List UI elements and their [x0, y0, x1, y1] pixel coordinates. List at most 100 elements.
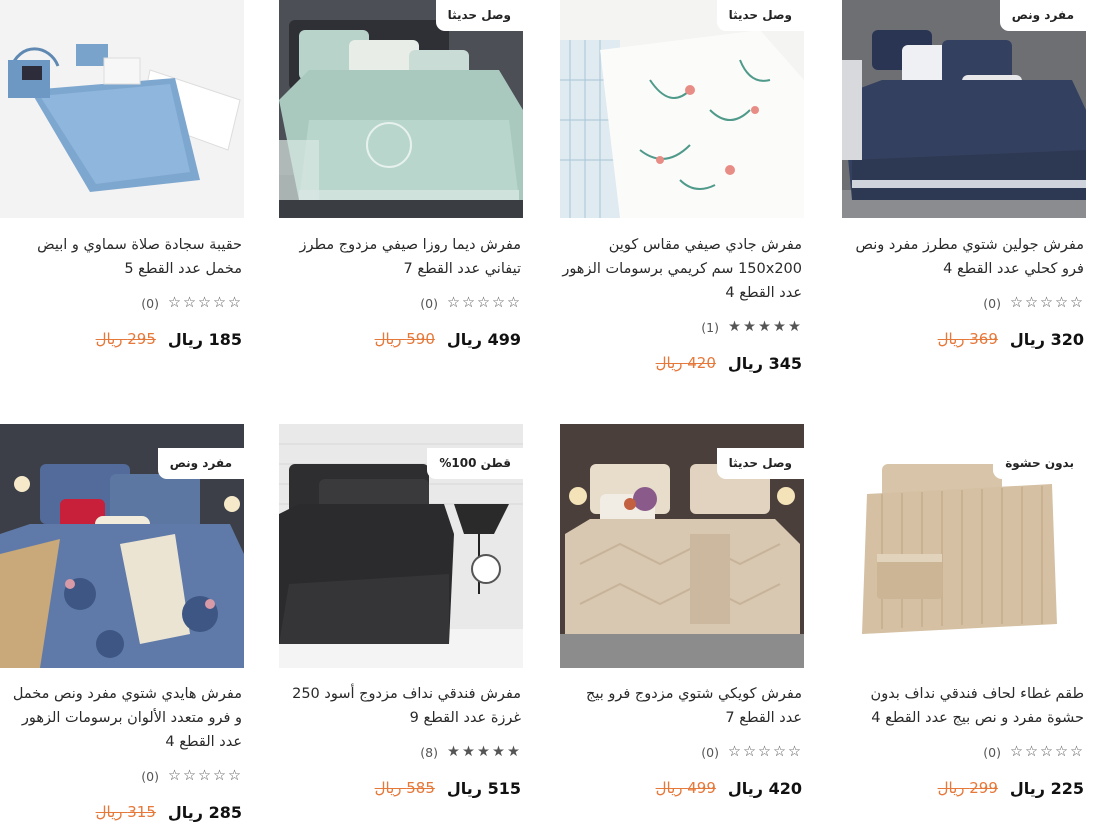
product-badge: قطن 100% — [427, 448, 523, 479]
old-price: 369 ريال — [937, 330, 998, 348]
old-price: 585 ريال — [374, 779, 435, 797]
review-count: (0) — [141, 295, 159, 311]
star-outline-icon: ☆ — [1070, 744, 1083, 760]
star-rating: ★ ★ ★ ★ ★ — [446, 742, 521, 762]
star-rating: ☆ ☆ ☆ ☆ ☆ — [446, 293, 521, 313]
product-badge: مفرد ونص — [999, 0, 1086, 31]
price-row: 345 ريال 420 ريال — [656, 351, 802, 375]
product-title[interactable]: مفرش ديما روزا صيفي مزدوج مطرز تيفاني عد… — [281, 233, 521, 281]
price: 420 ريال — [727, 778, 802, 798]
product-title[interactable]: مفرش جادي صيفي مقاس كوين 150x200 سم كريم… — [562, 233, 802, 305]
review-count: (1) — [701, 319, 719, 335]
star-filled-icon: ★ — [788, 319, 801, 335]
product-rating: ★ ★ ★ ★ ★ (1) — [701, 317, 802, 337]
price-row: 515 ريال 585 ريال — [375, 776, 521, 800]
product-title[interactable]: مفرش فندقي نداف مزدوج أسود 250 غرزة عدد … — [281, 682, 521, 730]
star-outline-icon: ☆ — [198, 768, 211, 784]
old-price: 499 ريال — [655, 779, 716, 797]
product-title[interactable]: حقيبة سجادة صلاة سماوي و ابيض مخمل عدد ا… — [2, 233, 242, 281]
star-outline-icon: ☆ — [788, 744, 801, 760]
star-outline-icon: ☆ — [228, 768, 241, 784]
product-image[interactable]: وصل حديثا — [279, 0, 523, 218]
prayer-rug-bag-image — [0, 0, 244, 218]
review-count: (0) — [983, 744, 1001, 760]
price: 320 ريال — [1009, 329, 1084, 349]
old-price: 420 ريال — [655, 354, 716, 372]
product-card[interactable]: وصل حديثا مفرش جادي صيفي مقاس كوين 150x2… — [560, 0, 804, 380]
product-rating: ★ ★ ★ ★ ★ (8) — [420, 742, 521, 762]
star-outline-icon: ☆ — [1040, 744, 1053, 760]
floral-cream-bedspread-image — [560, 0, 804, 218]
product-card[interactable]: وصل حديثا مفرش كويكي شتوي مزدوج فرو بيج … — [560, 424, 804, 804]
star-outline-icon: ☆ — [477, 295, 490, 311]
price: 499 ريال — [446, 329, 521, 349]
star-filled-icon: ★ — [447, 744, 460, 760]
star-outline-icon: ☆ — [1070, 295, 1083, 311]
product-rating: ☆ ☆ ☆ ☆ ☆ (0) — [983, 742, 1084, 762]
star-rating: ☆ ☆ ☆ ☆ ☆ — [167, 293, 242, 313]
review-count: (0) — [701, 744, 719, 760]
star-filled-icon: ★ — [507, 744, 520, 760]
star-rating: ☆ ☆ ☆ ☆ ☆ — [167, 766, 242, 786]
review-count: (0) — [983, 295, 1001, 311]
star-filled-icon: ★ — [773, 319, 786, 335]
star-filled-icon: ★ — [758, 319, 771, 335]
product-title[interactable]: مفرش جولين شتوي مطرز مفرد ونص فرو كحلي ع… — [844, 233, 1084, 281]
star-rating: ☆ ☆ ☆ ☆ ☆ — [1009, 742, 1084, 762]
product-image[interactable]: قطن 100% — [279, 424, 523, 668]
product-card[interactable]: حقيبة سجادة صلاة سماوي و ابيض مخمل عدد ا… — [0, 0, 244, 360]
review-count: (0) — [141, 768, 159, 784]
product-image[interactable] — [0, 0, 244, 218]
product-image[interactable]: مفرد ونص — [842, 0, 1086, 218]
star-outline-icon: ☆ — [1010, 295, 1023, 311]
star-outline-icon: ☆ — [1010, 744, 1023, 760]
product-image[interactable]: مفرد ونص — [0, 424, 244, 668]
product-image[interactable]: بدون حشوة — [842, 424, 1086, 668]
star-outline-icon: ☆ — [1040, 295, 1053, 311]
star-rating: ☆ ☆ ☆ ☆ ☆ — [1009, 293, 1084, 313]
old-price: 299 ريال — [937, 779, 998, 797]
star-outline-icon: ☆ — [1055, 295, 1068, 311]
star-outline-icon: ☆ — [462, 295, 475, 311]
product-badge: وصل حديثا — [716, 448, 804, 479]
star-outline-icon: ☆ — [228, 295, 241, 311]
tiffany-bedspread-image — [279, 0, 523, 218]
product-rating: ☆ ☆ ☆ ☆ ☆ (0) — [141, 293, 242, 313]
star-outline-icon: ☆ — [183, 768, 196, 784]
star-outline-icon: ☆ — [1055, 744, 1068, 760]
navy-fur-bedspread-image — [842, 0, 1086, 218]
product-image[interactable]: وصل حديثا — [560, 424, 804, 668]
star-filled-icon: ★ — [492, 744, 505, 760]
product-card[interactable]: قطن 100% مفرش فندقي نداف مزدوج أسود 250 … — [279, 424, 523, 804]
star-outline-icon: ☆ — [1025, 295, 1038, 311]
old-price: 315 ريال — [95, 803, 156, 821]
price-row: 420 ريال 499 ريال — [656, 776, 802, 800]
price: 515 ريال — [446, 778, 521, 798]
star-outline-icon: ☆ — [743, 744, 756, 760]
product-title[interactable]: مفرش هايدي شتوي مفرد ونص مخمل و فرو متعد… — [2, 682, 242, 754]
star-outline-icon: ☆ — [492, 295, 505, 311]
product-card[interactable]: بدون حشوة طقم غطاء لحاف فندقي نداف بدون … — [842, 424, 1086, 804]
star-outline-icon: ☆ — [198, 295, 211, 311]
star-rating: ☆ ☆ ☆ ☆ ☆ — [727, 742, 802, 762]
product-badge: وصل حديثا — [716, 0, 804, 31]
price-row: 225 ريال 299 ريال — [938, 776, 1084, 800]
product-image[interactable]: وصل حديثا — [560, 0, 804, 218]
product-badge: وصل حديثا — [435, 0, 523, 31]
product-card[interactable]: مفرد ونص مفرش هايدي شتوي مفرد ونص مخمل و… — [0, 424, 244, 824]
product-rating: ☆ ☆ ☆ ☆ ☆ (0) — [701, 742, 802, 762]
star-outline-icon: ☆ — [507, 295, 520, 311]
star-outline-icon: ☆ — [183, 295, 196, 311]
product-card[interactable]: مفرد ونص مفرش جولين شتوي مطرز مفرد ونص ف… — [842, 0, 1086, 360]
star-filled-icon: ★ — [743, 319, 756, 335]
product-title[interactable]: مفرش كويكي شتوي مزدوج فرو بيج عدد القطع … — [562, 682, 802, 730]
product-badge: بدون حشوة — [993, 448, 1086, 479]
review-count: (8) — [420, 744, 438, 760]
product-card[interactable]: وصل حديثا مفرش ديما روزا صيفي مزدوج مطرز… — [279, 0, 523, 360]
star-filled-icon: ★ — [728, 319, 741, 335]
star-filled-icon: ★ — [462, 744, 475, 760]
product-rating: ☆ ☆ ☆ ☆ ☆ (0) — [983, 293, 1084, 313]
star-outline-icon: ☆ — [728, 744, 741, 760]
star-outline-icon: ☆ — [447, 295, 460, 311]
product-title[interactable]: طقم غطاء لحاف فندقي نداف بدون حشوة مفرد … — [844, 682, 1084, 730]
